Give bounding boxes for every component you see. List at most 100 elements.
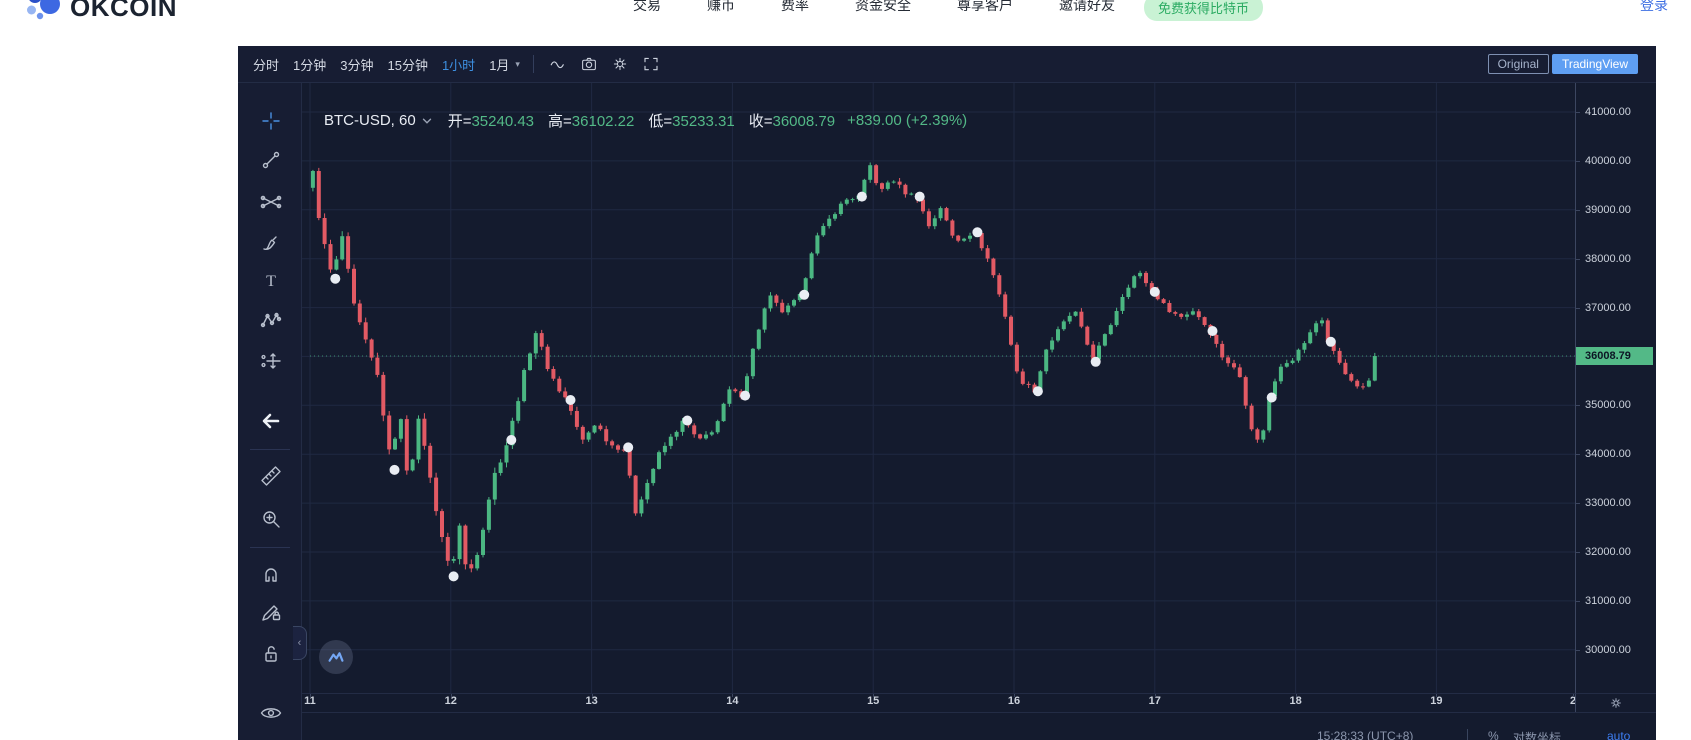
nav-item-5[interactable]: 邀请好友 [1059,0,1115,15]
okcoin-logo-icon [27,0,60,19]
svg-text:T: T [266,273,276,290]
logo-text: OKCOIN [70,0,177,22]
interval-group: 分时 1分钟 3分钟 15分钟 1小时 1月 [253,55,509,74]
brush-icon [263,236,277,251]
zoom-in-icon [263,511,280,528]
trendline-icon [262,151,280,169]
chart-container: 分时 1分钟 3分钟 15分钟 1小时 1月 ▾ Original TradingView… [238,46,1656,740]
trendline-tool[interactable] [257,146,285,174]
auto-scale-button[interactable]: auto [1607,729,1630,740]
legend-low: 低=35233.31 [648,113,735,130]
position-tool[interactable] [257,347,285,375]
login-link[interactable]: 登录 [1640,0,1668,15]
legend-open: 开=35240.43 [447,113,535,130]
draw-lock-tool[interactable] [257,598,285,626]
last-price-tag: 36008.79 [1576,347,1653,365]
text-tool[interactable]: T [257,267,285,295]
price-axis-label: 37000.00 [1576,301,1656,315]
time-axis-tick [310,694,311,697]
crosshair-tool[interactable] [257,107,285,135]
price-axis-label: 38000.00 [1576,252,1656,266]
top-nav: OKCOIN 交易 赚币 费率 资金安全 尊享客户 邀请好友 免费获得比特币 登录 [0,0,1691,46]
nav-item-0[interactable]: 交易 [633,0,661,15]
time-axis-tick [1573,694,1574,697]
interval-button-4[interactable]: 1小时 [442,55,475,74]
time-axis-label: 11 [304,695,316,707]
gann-icon [260,195,282,209]
promo-badge[interactable]: 免费获得比特币 [1144,0,1264,21]
time-axis-tick [450,694,452,697]
back-arrow-tool[interactable] [257,407,285,435]
line-style-icon[interactable] [547,53,569,75]
chart-main: BTC-USD, 60 开=35240.43 高=36102.22 低=3523… [302,83,1656,740]
chart-body: T BTC-USD, 60 开=35240.43 高=36102.22 低=35… [238,83,1656,740]
sidebar-divider [250,547,290,548]
price-axis-label: 30000.00 [1576,643,1656,657]
chart-mode-toggle: Original TradingView [1487,54,1638,74]
interval-button-2[interactable]: 3分钟 [340,55,373,74]
time-axis-tick [1154,694,1156,697]
price-axis[interactable]: 41000.00 40000.00 39000.00 38000.00 37000.00… [1576,83,1656,693]
chevron-down-icon[interactable] [420,114,434,128]
price-axis-label: 32000.00 [1576,545,1656,559]
ohlc-legend: BTC-USD, 60 开=35240.43 高=36102.22 低=3523… [324,110,967,131]
interval-button-1[interactable]: 1分钟 [293,55,326,74]
back-arrow-icon [262,413,280,429]
nav-item-4[interactable]: 尊享客户 [957,0,1013,15]
price-axis-label: 35000.00 [1576,398,1656,412]
crosshair-icon [262,112,280,130]
ruler-icon [261,466,281,486]
price-pane[interactable]: BTC-USD, 60 开=35240.43 高=36102.22 低=3523… [302,83,1576,693]
tradingview-mode-button[interactable]: TradingView [1551,54,1638,74]
lock-tool[interactable] [257,640,285,668]
interval-button-0[interactable]: 分时 [253,55,279,74]
log-scale-button[interactable]: 对数坐标 [1513,729,1561,740]
pattern-icon [260,312,282,328]
camera-icon[interactable] [578,53,600,75]
price-axis-label: 41000.00 [1576,105,1656,119]
time-axis-tick [873,694,875,697]
chart-status-bar: 15:28:33 (UTC+8) % 对数坐标 auto [302,712,1656,740]
interval-button-3[interactable]: 15分钟 [387,55,427,74]
tradingview-watermark-icon[interactable] [319,640,353,674]
candlestick-plot[interactable] [302,83,1575,693]
axis-settings-gear-icon[interactable] [1576,693,1656,712]
price-axis-label: 31000.00 [1576,594,1656,608]
page: OKCOIN 交易 赚币 费率 资金安全 尊享客户 邀请好友 免费获得比特币 登录 分时 1… [0,0,1691,740]
fullscreen-icon[interactable] [640,53,662,75]
symbol-label[interactable]: BTC-USD, 60 [324,112,416,129]
legend-close: 收=36008.79 [748,113,836,130]
gann-tool[interactable] [257,188,285,216]
chevron-down-icon[interactable]: ▾ [515,59,520,70]
chart-toolbar: 分时 1分钟 3分钟 15分钟 1小时 1月 ▾ Original TradingView [238,46,1656,83]
eye-icon [260,708,282,718]
legend-high: 高=36102.22 [548,113,635,130]
original-mode-button[interactable]: Original [1487,54,1549,74]
magnet-icon [265,568,277,582]
draw-lock-icon [262,605,281,621]
time-axis-tick [1014,694,1015,697]
ruler-tool[interactable] [257,462,285,490]
main-nav: 交易 赚币 费率 资金安全 尊享客户 邀请好友 [633,0,1115,15]
zoom-in-tool[interactable] [257,505,285,533]
position-icon [261,353,281,369]
settings-gear-icon[interactable] [609,53,631,75]
toolbar-divider [532,55,534,73]
clock-label: 15:28:33 (UTC+8) [1317,729,1414,740]
legend-change: +839.00 (+2.39%) [847,112,968,129]
percent-scale-button[interactable]: % [1488,729,1499,740]
nav-item-3[interactable]: 资金安全 [855,0,911,15]
price-axis-label: 39000.00 [1576,203,1656,217]
brush-tool[interactable] [257,228,285,256]
eye-tool[interactable] [257,699,285,727]
pattern-tool[interactable] [257,306,285,334]
sidebar-collapse-button[interactable]: ‹ [293,626,307,660]
magnet-tool[interactable] [257,559,285,587]
okcoin-logo[interactable]: OKCOIN [26,0,177,23]
time-axis-tick [1436,694,1438,697]
interval-button-5[interactable]: 1月 [489,55,509,74]
time-axis-tick [732,694,734,697]
nav-item-1[interactable]: 赚币 [707,0,735,15]
nav-item-2[interactable]: 费率 [781,0,809,15]
time-axis[interactable]: 11 12 13 14 15 16 17 18 19 2 [302,693,1576,712]
